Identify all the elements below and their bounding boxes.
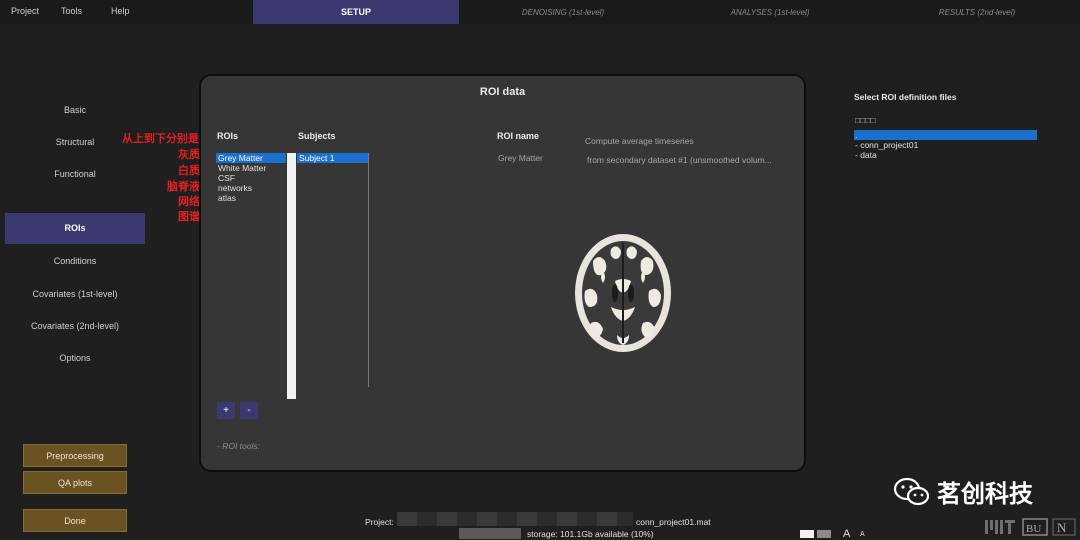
watermark: 茗创科技	[893, 474, 1033, 509]
roi-name-header: ROI name	[497, 131, 540, 141]
annotation-csf: 脑脊液	[167, 181, 200, 193]
subjects-list[interactable]: Subject 1	[297, 153, 368, 165]
done-button[interactable]: Done	[23, 509, 127, 532]
storage-status: storage: 101.1Gb available (10%)	[527, 529, 654, 539]
watermark-text: 茗创科技	[937, 481, 1033, 508]
annotation-white: 白质	[178, 165, 200, 177]
menu-help[interactable]: Help	[111, 6, 130, 16]
compute-average-option[interactable]: Compute average timeseries	[585, 136, 694, 146]
file-item[interactable]: .	[854, 130, 1037, 140]
roi-item-csf[interactable]: CSF	[216, 173, 286, 183]
svg-text:N: N	[1057, 520, 1067, 535]
file-item[interactable]: - conn_project01	[854, 140, 1037, 150]
annotation-atlas: 图谱	[178, 211, 200, 223]
redacted-path	[397, 512, 633, 526]
svg-text:BU: BU	[1026, 523, 1041, 535]
nav-options[interactable]: Options	[5, 353, 145, 363]
tab-results[interactable]: RESULTS (2nd-level)	[874, 0, 1080, 24]
annotation-networks: 网络	[178, 196, 200, 208]
storage-bar	[459, 528, 521, 539]
subjects-header: Subjects	[298, 131, 336, 141]
file-item[interactable]: - data	[854, 150, 1037, 160]
top-menu-bar: Project Tools Help SETUP DENOISING (1st-…	[0, 0, 1080, 24]
font-decrease-button[interactable]: A	[860, 531, 865, 538]
menu-project[interactable]: Project	[11, 6, 39, 16]
brain-slice-image	[575, 234, 671, 352]
tab-analyses[interactable]: ANALYSES (1st-level)	[667, 0, 873, 24]
nav-covariates-2nd[interactable]: Covariates (2nd-level)	[5, 321, 145, 331]
theme-gray-swatch[interactable]	[817, 530, 831, 538]
theme-light-swatch[interactable]	[800, 530, 814, 538]
font-increase-button[interactable]: A	[843, 528, 850, 540]
preprocessing-button[interactable]: Preprocessing	[23, 444, 127, 467]
file-browser-list[interactable]: . - conn_project01 - data	[854, 130, 1037, 160]
rois-header: ROIs	[217, 131, 239, 141]
add-roi-button[interactable]: +	[217, 402, 235, 419]
project-filename: conn_project01.mat	[636, 517, 711, 527]
remove-roi-button[interactable]: -	[240, 402, 258, 419]
qa-plots-button[interactable]: QA plots	[23, 471, 127, 494]
rois-list[interactable]: Grey Matter White Matter CSF networks at…	[216, 153, 286, 213]
roi-item-networks[interactable]: networks	[216, 183, 286, 193]
dialog-title: ROI data	[479, 86, 526, 98]
project-label: Project:	[365, 517, 394, 527]
tab-setup[interactable]: SETUP	[253, 0, 459, 24]
subjects-list-border	[368, 153, 369, 387]
annotation-grey: 灰质	[178, 149, 200, 161]
roi-tools-label[interactable]: - ROI tools:	[217, 441, 260, 451]
institution-logos: BU N	[985, 518, 1076, 536]
source-dataset-select[interactable]: from secondary dataset #1 (unsmoothed vo…	[587, 155, 772, 165]
menu-tools[interactable]: Tools	[61, 6, 82, 16]
roi-name-value[interactable]: Grey Matter	[498, 153, 543, 163]
nav-covariates-1st[interactable]: Covariates (1st-level)	[5, 289, 145, 299]
roi-item-atlas[interactable]: atlas	[216, 193, 286, 203]
path-field[interactable]: □□□□	[855, 115, 876, 125]
roi-item-grey-matter[interactable]: Grey Matter	[216, 153, 286, 163]
roi-data-dialog: ROI data ROIs Subjects ROI name Grey Mat…	[199, 74, 806, 472]
roi-item-white-matter[interactable]: White Matter	[216, 163, 286, 173]
select-roi-files-title: Select ROI definition files	[854, 92, 957, 102]
annotation-heading: 从上到下分别是：	[122, 133, 210, 145]
rois-scrollbar[interactable]	[287, 153, 296, 399]
tab-denoising[interactable]: DENOISING (1st-level)	[460, 0, 666, 24]
nav-basic[interactable]: Basic	[5, 105, 145, 115]
nav-conditions[interactable]: Conditions	[5, 256, 145, 266]
subject-item[interactable]: Subject 1	[297, 153, 368, 163]
wechat-icon	[893, 477, 930, 505]
